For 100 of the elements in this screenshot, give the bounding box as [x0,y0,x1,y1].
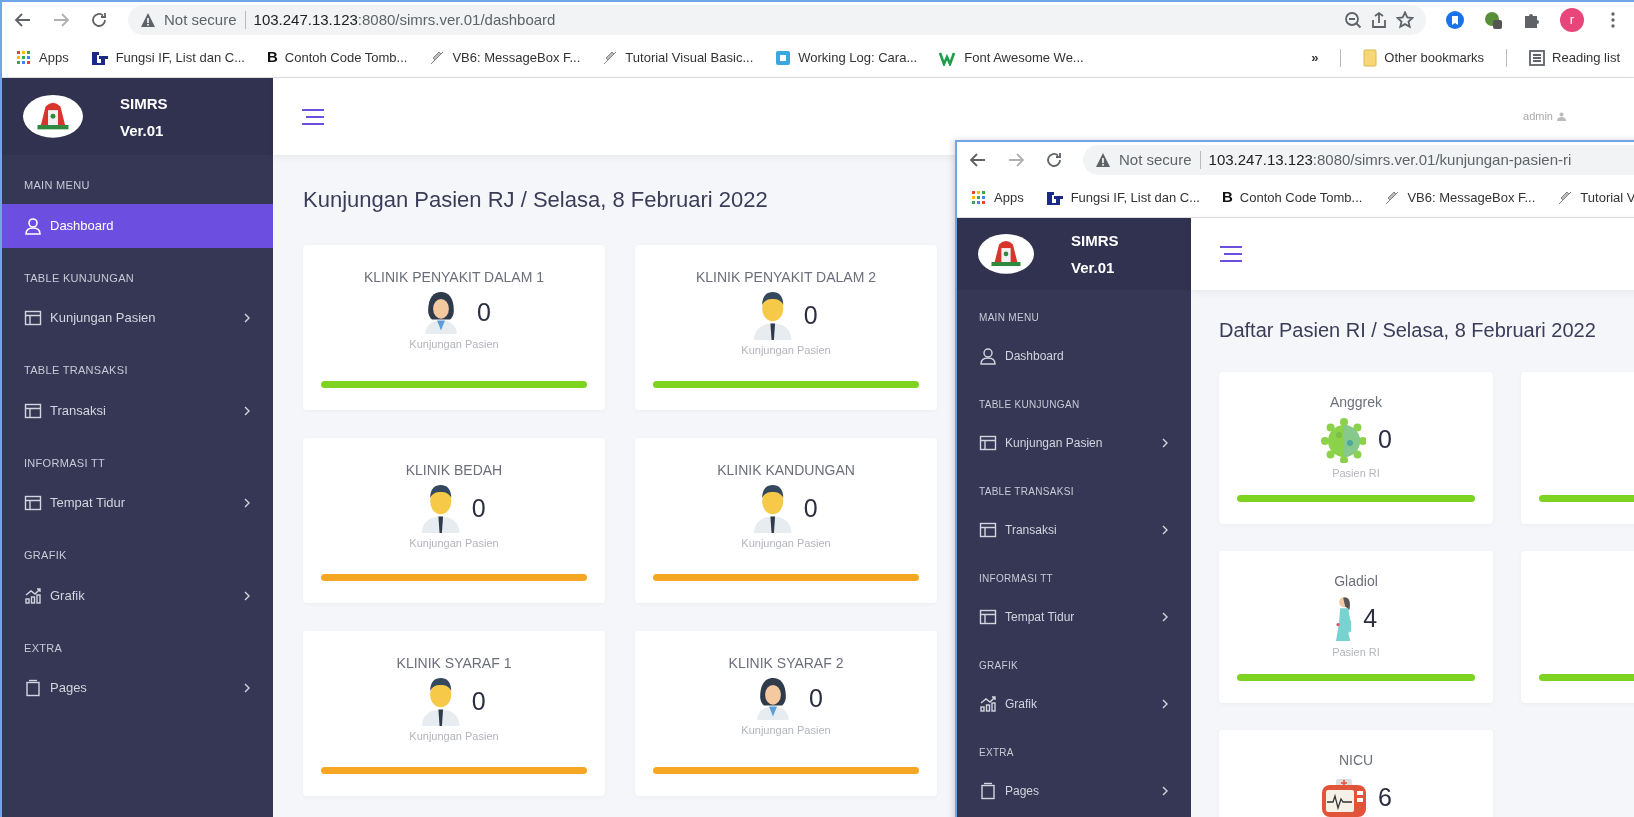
menu-heading: TABLE KUNJUNGAN [23,270,136,286]
bookmark-link[interactable]: VB6: MessageBox F... [452,47,581,68]
document-icon[interactable] [775,49,792,66]
bookmark-link[interactable]: Tutorial Visual Basic... [625,47,754,68]
warning-icon [1095,152,1111,168]
table-icon [24,401,42,420]
bookmark-link[interactable]: Contoh Code Tomb... [284,47,408,68]
card-title: KLINIK PENYAKIT DALAM 2 [696,268,876,287]
reading-list[interactable]: Reading list [1552,47,1620,68]
visit-count: 4 [1363,603,1378,635]
menu-item[interactable]: Tempat Tidur [2,481,273,525]
card-title: Anggrek [1329,393,1383,412]
bookmark-link[interactable]: Apps [994,187,1024,208]
menu-heading: EXTRA [978,746,1015,760]
back-icon[interactable] [969,151,987,169]
visit-count: 0 [471,686,486,718]
card-title: Gladiol [1334,572,1378,591]
menu-heading: INFORMASI TT [23,455,106,471]
table-icon [979,608,997,626]
bookmark-link[interactable]: Contoh Code Tomb... [1239,187,1363,208]
menu-item[interactable]: Kunjungan Pasien [957,422,1191,464]
puzzle-icon[interactable] [1522,11,1540,29]
card-title: KLINIK PENYAKIT DALAM 1 [364,268,544,287]
menu-item[interactable]: Pages [957,770,1191,812]
menu-heading: TABLE TRANSAKSI [978,485,1075,499]
feather-icon[interactable] [1384,189,1401,206]
brand-text: Ver.01 [1071,258,1116,278]
card-caption: Kunjungan Pasien [741,723,831,739]
bookmark-link[interactable]: Working Log: Cara... [798,47,918,68]
card-title: KLINIK SYARAF 2 [728,654,844,673]
menu-heading: TABLE TRANSAKSI [23,363,129,378]
bookmark-icon[interactable] [1446,11,1464,29]
hospital-logo-icon [977,233,1035,275]
visit-count: 0 [803,300,818,332]
menu-item[interactable]: Pages [2,666,273,710]
brand-text: Ver.01 [120,120,165,141]
feather-icon[interactable] [1557,189,1574,206]
page-icon [979,782,997,800]
address-bar[interactable]: Not secure 103.247.13.123:8080/simrs.ver.01/kunjungan-pasien-ri [1083,145,1634,175]
apps-grid-icon[interactable] [971,189,987,206]
pregnant-woman-icon [1334,596,1352,642]
bookmark-link[interactable]: Apps [39,47,69,68]
site-logo-icon[interactable] [90,49,109,66]
menu-heading: MAIN MENU [978,311,1040,325]
hospital-logo-icon [22,94,84,139]
menu-item[interactable]: Kunjungan Pasien [2,296,273,340]
card-caption: Pasien RI [1332,466,1380,481]
menu-heading: EXTRA [23,640,64,656]
card-title: NICU [1338,751,1374,770]
doctor-icon [754,292,792,340]
menu-heading: GRAFIK [978,659,1020,673]
bookmark-folder[interactable]: Other bookmarks [1384,47,1485,68]
profile-avatar[interactable]: r [1560,8,1584,32]
brand-text: SIMRS [1071,231,1119,251]
bookmark-letter-icon[interactable]: B [267,46,278,69]
bookmark-link[interactable]: Font Awesome We... [964,47,1084,68]
reload-icon[interactable] [1045,151,1063,169]
menu-item[interactable]: Tempat Tidur [957,596,1191,638]
reload-icon[interactable] [90,11,108,29]
page-icon [24,679,42,697]
zoom-out-icon[interactable] [1344,11,1362,29]
feather-icon[interactable] [429,49,446,66]
menu-item[interactable]: Dashboard [957,335,1191,377]
menu-item[interactable]: Grafik [957,683,1191,725]
card-title: KLINIK SYARAF 1 [396,654,512,673]
card-caption: Kunjungan Pasien [409,337,499,353]
star-icon[interactable] [1396,11,1414,29]
virus-icon [1320,417,1367,463]
bookmark-link[interactable]: Fungsi IF, List dan C... [115,47,245,68]
menu-icon[interactable] [1219,245,1243,263]
menu-item[interactable]: Transaksi [957,509,1191,551]
visit-count: 0 [809,683,823,715]
bookmark-link[interactable]: Fungsi IF, List dan C... [1070,187,1200,208]
back-icon[interactable] [14,11,32,29]
overflow-chevron[interactable]: » [1311,47,1319,68]
menu-item[interactable]: Grafik [2,573,273,618]
share-icon[interactable] [1370,11,1388,29]
address-bar[interactable]: Not secure 103.247.13.123:8080/simrs.ver.01/dashboard [128,5,1426,35]
doctor-icon [754,485,792,533]
list-icon[interactable] [1529,49,1546,66]
menu-icon[interactable] [301,107,325,126]
menu-heading: GRAFIK [23,548,68,563]
menu-heading: INFORMASI TT [978,572,1054,586]
menu-heading: MAIN MENU [23,178,91,193]
user-icon [24,216,42,235]
bookmark-letter-icon[interactable]: B [1222,186,1233,209]
menu-item[interactable]: Transaksi [2,388,273,433]
menu-item[interactable]: Dashboard [2,203,273,248]
site-logo-icon[interactable] [1045,189,1064,206]
url-text: 103.247.13.123:8080/simrs.ver.01/dashboard [253,9,556,30]
bar-chart-icon [979,695,997,713]
menu-heading: TABLE KUNJUNGAN [978,398,1081,412]
card-caption: Kunjungan Pasien [409,536,499,551]
bar-chart-icon [24,586,42,605]
url-text: 103.247.13.123:8080/simrs.ver.01/kunjungan-pasien-ri [1208,149,1572,170]
feather-icon[interactable] [602,49,619,66]
bookmark-link[interactable]: VB6: MessageBox F... [1407,187,1536,208]
table-icon [979,521,997,539]
doctor-icon [422,485,460,533]
apps-grid-icon[interactable] [16,49,32,66]
